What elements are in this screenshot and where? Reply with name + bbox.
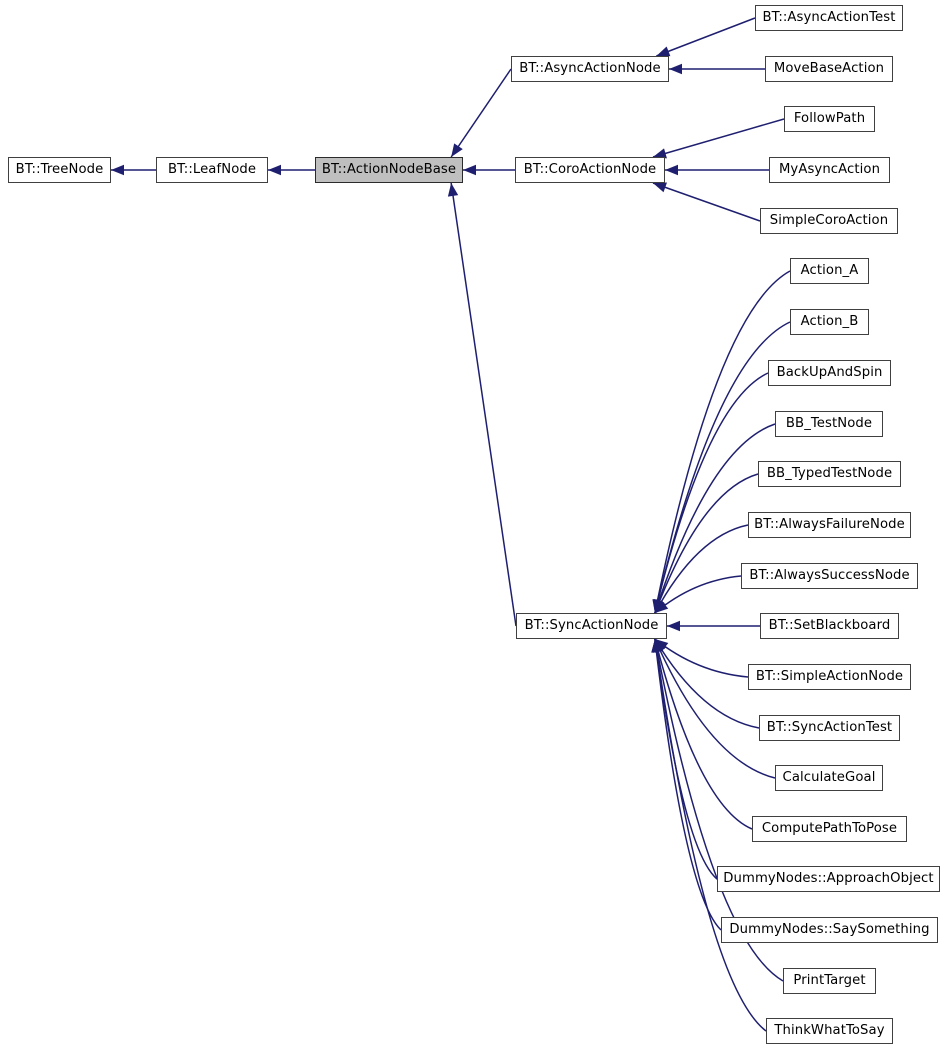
class-node-say-something[interactable]: DummyNodes::SaySomething [721,917,938,943]
class-node-label: BT::AlwaysFailureNode [754,517,905,533]
class-node-label: SimpleCoroAction [769,213,889,229]
class-node-coro-action-node[interactable]: BT::CoroActionNode [515,157,665,183]
class-node-back-up-and-spin[interactable]: BackUpAndSpin [768,360,891,386]
class-node-label: BT::SyncActionNode [524,618,659,634]
class-node-label: BT::SimpleActionNode [755,669,904,685]
class-node-label: BT::TreeNode [15,162,104,178]
class-node-follow-path[interactable]: FollowPath [784,106,875,132]
class-node-label: BB_TypedTestNode [766,466,893,482]
class-node-label: Action_A [800,263,859,279]
class-node-label: BT::LeafNode [167,162,257,178]
class-node-always-success-node[interactable]: BT::AlwaysSuccessNode [741,563,918,589]
class-node-bb-typed-test-node[interactable]: BB_TypedTestNode [758,461,901,487]
class-node-label: FollowPath [793,111,866,127]
class-node-sync-action-node[interactable]: BT::SyncActionNode [516,613,667,639]
class-node-tree-node[interactable]: BT::TreeNode [8,157,111,183]
node-layer: BT::TreeNode BT::LeafNode BT::ActionNodeBa… [0,0,947,1051]
class-node-simple-action-node[interactable]: BT::SimpleActionNode [748,664,911,690]
class-node-set-blackboard[interactable]: BT::SetBlackboard [760,613,899,639]
class-node-label: ThinkWhatToSay [774,1023,885,1039]
class-node-action-node-base[interactable]: BT::ActionNodeBase [315,157,463,183]
class-node-label: BT::SetBlackboard [768,618,891,634]
class-node-print-target[interactable]: PrintTarget [783,968,876,994]
class-node-label: BT::AlwaysSuccessNode [749,568,910,584]
inheritance-diagram: BT::TreeNode BT::LeafNode BT::ActionNodeBa… [0,0,947,1051]
class-node-bb-test-node[interactable]: BB_TestNode [775,411,883,437]
class-node-label: PrintTarget [793,973,866,989]
class-node-async-action-test[interactable]: BT::AsyncActionTest [755,5,903,31]
class-node-calculate-goal[interactable]: CalculateGoal [775,765,883,791]
class-node-label: DummyNodes::ApproachObject [723,871,934,887]
class-node-label: DummyNodes::SaySomething [729,922,930,938]
class-node-leaf-node[interactable]: BT::LeafNode [156,157,268,183]
class-node-async-action-node[interactable]: BT::AsyncActionNode [511,56,669,82]
class-node-my-async-action[interactable]: MyAsyncAction [769,157,890,183]
class-node-label: BT::ActionNodeBase [321,162,457,178]
class-node-label: Action_B [800,314,859,330]
class-node-action-b[interactable]: Action_B [790,309,869,335]
class-node-move-base-action[interactable]: MoveBaseAction [765,56,893,82]
class-node-label: BT::CoroActionNode [523,162,657,178]
class-node-think-what-to-say[interactable]: ThinkWhatToSay [766,1018,893,1044]
class-node-label: CalculateGoal [782,770,876,786]
class-node-label: MyAsyncAction [778,162,881,178]
class-node-compute-path-to-pose[interactable]: ComputePathToPose [752,816,907,842]
class-node-label: ComputePathToPose [761,821,898,837]
class-node-label: MoveBaseAction [773,61,885,77]
class-node-sync-action-test[interactable]: BT::SyncActionTest [759,715,900,741]
class-node-label: BT::SyncActionTest [766,720,893,736]
class-node-simple-coro-action[interactable]: SimpleCoroAction [760,208,898,234]
class-node-action-a[interactable]: Action_A [790,258,869,284]
class-node-always-failure-node[interactable]: BT::AlwaysFailureNode [748,512,911,538]
class-node-label: BB_TestNode [785,416,873,432]
class-node-label: BT::AsyncActionTest [762,10,896,26]
class-node-approach-object[interactable]: DummyNodes::ApproachObject [717,866,940,892]
class-node-label: BackUpAndSpin [776,365,883,381]
class-node-label: BT::AsyncActionNode [519,61,661,77]
